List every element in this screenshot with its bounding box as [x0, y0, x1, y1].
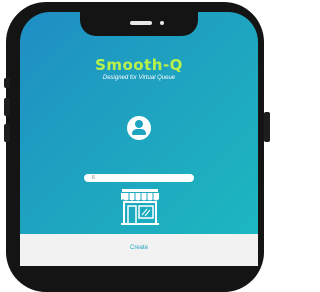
mute-switch: [4, 78, 10, 88]
app-screen: Smooth-Q Designed for Virtual Queue Crea…: [20, 12, 258, 266]
avatar-head: [135, 120, 143, 128]
storefront-icon: [121, 189, 159, 225]
create-button[interactable]: Create: [20, 241, 258, 255]
phone-frame: Smooth-Q Designed for Virtual Queue Crea…: [4, 2, 270, 292]
volume-down-button: [4, 124, 10, 142]
power-button: [264, 112, 270, 142]
notch: [80, 12, 198, 36]
app-logo: Smooth-Q: [95, 56, 183, 74]
volume-up-button: [4, 98, 10, 116]
avatar-body: [132, 129, 146, 135]
bottom-bar: Create: [20, 234, 258, 266]
app-tagline: Designed for Virtual Queue: [102, 75, 176, 81]
front-camera: [160, 21, 164, 25]
name-input[interactable]: [84, 174, 194, 182]
user-avatar-icon: [127, 116, 151, 140]
speaker-grille: [130, 21, 152, 25]
